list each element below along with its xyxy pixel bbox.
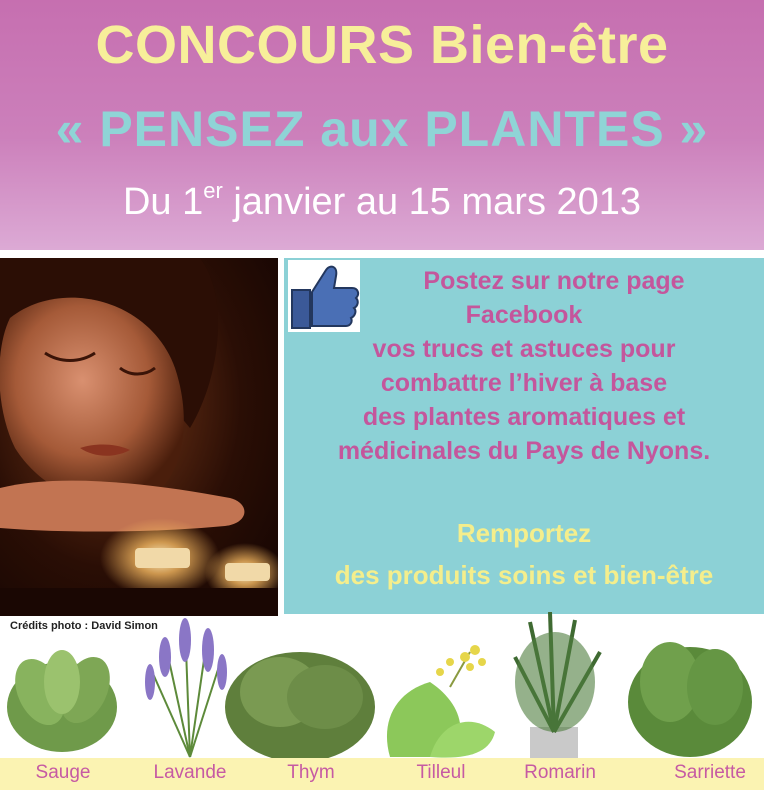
contest-dates: Du 1er janvier au 15 mars 2013 <box>0 178 764 224</box>
info-panel: Postez sur notre page Facebook vos trucs… <box>284 258 764 614</box>
plants-row <box>0 611 764 762</box>
date-prefix: Du 1 <box>122 181 204 223</box>
plant-label-linden: Tilleul <box>416 762 466 783</box>
plant-label-thyme: Thym <box>287 762 335 783</box>
message-line-6: médicinales du Pays de Nyons. <box>337 437 711 465</box>
message-line-2: Facebook <box>465 301 583 329</box>
rosemary-plant-icon <box>513 611 602 762</box>
win-line-2: des produits soins et bien-être <box>334 560 714 590</box>
plant-label-savory: Sarriette <box>674 762 746 783</box>
relaxing-woman-photo <box>0 258 278 616</box>
date-suffix: janvier au 15 mars 2013 <box>222 181 642 223</box>
photo-illustration <box>0 258 278 616</box>
thyme-plant-icon <box>225 652 375 762</box>
lavender-plant-icon <box>145 618 227 758</box>
message-line-1: Postez sur notre page <box>423 267 685 295</box>
divider <box>0 250 764 258</box>
plant-label-sage: Sauge <box>35 762 91 783</box>
message-body: vos trucs et astuces pour combattre l’hi… <box>284 332 764 468</box>
message-line-5: des plantes aromatiques et <box>362 403 686 431</box>
sage-plant-icon <box>7 650 117 752</box>
win-line-1: Remportez <box>456 518 592 548</box>
savory-plant-icon <box>628 642 752 757</box>
linden-plant-icon <box>386 645 495 758</box>
message-line-4: combattre l’hiver à base <box>380 369 668 397</box>
date-sup: er <box>203 178 223 203</box>
message-line-3: vos trucs et astuces pour <box>372 335 676 363</box>
plant-label-rosemary: Romarin <box>524 762 596 783</box>
plants-illustration <box>7 611 752 762</box>
header-banner: CONCOURS Bien-être « PENSEZ aux PLANTES … <box>0 0 764 250</box>
plant-label-lavender: Lavande <box>153 762 227 783</box>
contest-subtitle: « PENSEZ aux PLANTES » <box>55 101 709 157</box>
contest-title: CONCOURS Bien-être <box>95 15 669 75</box>
plant-label-bar <box>0 758 764 790</box>
